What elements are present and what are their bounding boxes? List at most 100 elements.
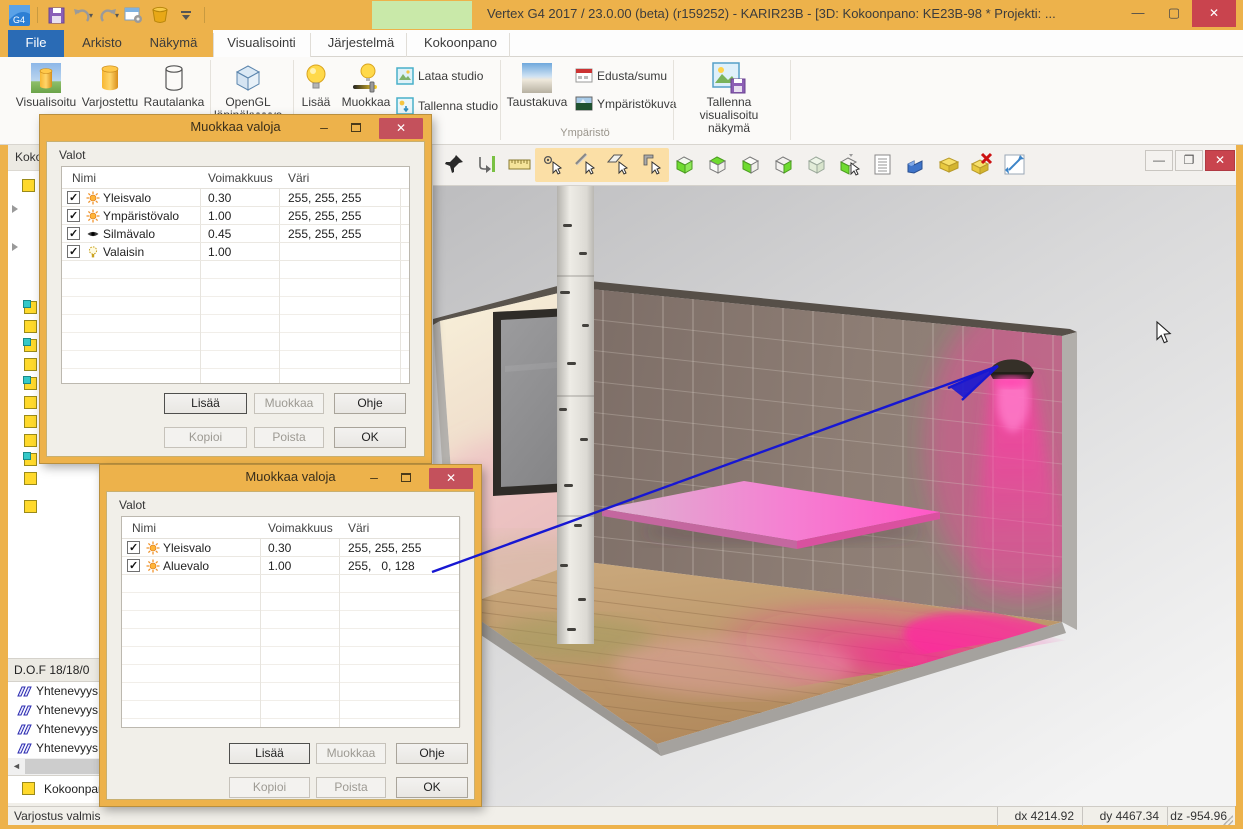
light-row[interactable]: Valaisin 1.00 [62, 243, 409, 261]
edit-light-button[interactable]: Muokkaa [340, 59, 392, 109]
snap-point-icon[interactable] [540, 152, 566, 178]
copy-button[interactable]: Kopioi [229, 777, 310, 798]
part-icon[interactable] [24, 396, 37, 409]
part-icon[interactable] [24, 339, 37, 352]
dialog-minimize-button[interactable]: – [313, 118, 335, 136]
edit-button[interactable]: Muokkaa [254, 393, 324, 414]
part-icon[interactable] [24, 453, 37, 466]
expand-icon[interactable] [12, 205, 18, 213]
edit-button[interactable]: Muokkaa [316, 743, 386, 764]
dialog-title-bar[interactable]: Muokkaa valoja – ✕ [100, 465, 481, 491]
3d-scene-canvas[interactable] [433, 186, 1236, 806]
viewport-close-button[interactable]: ✕ [1205, 150, 1235, 171]
pin-icon[interactable] [441, 152, 467, 178]
help-button[interactable]: Ohje [334, 393, 406, 414]
export-view-icon[interactable] [1002, 152, 1028, 178]
part-icon[interactable] [24, 472, 37, 485]
background-image-button[interactable]: Taustakuva [505, 59, 569, 109]
part-icon[interactable] [24, 434, 37, 447]
light-row[interactable]: Aluevalo 1.00 255, 0, 128 [122, 557, 459, 575]
light-enabled-checkbox[interactable] [67, 191, 80, 204]
help-button[interactable]: Ohje [396, 743, 468, 764]
component-tray-icon[interactable] [936, 152, 962, 178]
dialog-minimize-button[interactable]: – [363, 468, 385, 486]
add-light-button[interactable]: Lisää [293, 59, 339, 109]
ruler-icon[interactable] [507, 152, 533, 178]
light-enabled-checkbox[interactable] [67, 227, 80, 240]
lights-list[interactable]: Nimi Voimakkuus Väri Yleisvalo 0.30 255,… [121, 516, 460, 728]
cube-right-face-icon[interactable] [771, 152, 797, 178]
close-button[interactable]: ✕ [1192, 0, 1236, 27]
front-fog-button[interactable]: Edusta/sumu [575, 67, 667, 85]
select-face-icon[interactable] [837, 152, 863, 178]
undo-icon[interactable]: ▾ [71, 4, 93, 26]
cube-solid-icon[interactable] [804, 152, 830, 178]
part-icon[interactable] [903, 152, 929, 178]
light-enabled-checkbox[interactable] [67, 245, 80, 258]
cube-top-face-icon[interactable] [705, 152, 731, 178]
assembly-root-icon[interactable] [22, 179, 35, 192]
app-logo-icon[interactable]: G4 [8, 4, 30, 26]
tab-jarjestelma[interactable]: Järjestelmä [316, 30, 406, 57]
light-enabled-checkbox[interactable] [67, 209, 80, 222]
load-studio-button[interactable]: Lataa studio [396, 67, 483, 85]
scroll-left-icon[interactable]: ◄ [8, 758, 25, 775]
dialog-close-button[interactable]: ✕ [379, 118, 423, 139]
light-row[interactable]: Silmävalo 0.45 255, 255, 255 [62, 225, 409, 243]
customize-chevron-icon[interactable] [175, 4, 197, 26]
light-row[interactable]: Yleisvalo 0.30 255, 255, 255 [62, 189, 409, 207]
material-bucket-icon[interactable] [149, 4, 171, 26]
save-visualized-view-button[interactable]: Tallenna visualisoitu näkymä [678, 59, 780, 135]
dialog-title-bar[interactable]: Muokkaa valoja – ✕ [40, 115, 431, 141]
dialog-maximize-button[interactable] [345, 121, 367, 134]
light-row[interactable]: Yleisvalo 0.30 255, 255, 255 [122, 539, 459, 557]
resize-grip[interactable] [1223, 815, 1233, 825]
light-enabled-checkbox[interactable] [127, 559, 140, 572]
dialog-close-button[interactable]: ✕ [429, 468, 473, 489]
list-header[interactable]: Nimi Voimakkuus Väri [62, 167, 409, 189]
minimize-button[interactable]: — [1120, 0, 1156, 27]
add-button[interactable]: Lisää [229, 743, 310, 764]
copy-button[interactable]: Kopioi [164, 427, 247, 448]
cube-left-face-icon[interactable] [738, 152, 764, 178]
part-icon[interactable] [24, 301, 37, 314]
tab-visualisointi[interactable]: Visualisointi [213, 30, 310, 57]
lights-list[interactable]: Nimi Voimakkuus Väri Yleisvalo 0.30 255,… [61, 166, 410, 384]
snap-edge-icon[interactable] [573, 152, 599, 178]
viewport-restore-button[interactable]: ❐ [1175, 150, 1203, 171]
maximize-button[interactable]: ▢ [1156, 0, 1192, 27]
visualized-button[interactable]: Visualisoitu [15, 59, 77, 109]
list-header[interactable]: Nimi Voimakkuus Väri [122, 517, 459, 539]
delete-button[interactable]: Poista [316, 777, 386, 798]
part-icon[interactable] [24, 358, 37, 371]
save-studio-button[interactable]: Tallenna studio [396, 97, 498, 115]
ok-button[interactable]: OK [334, 427, 406, 448]
light-row[interactable]: Ympäristövalo 1.00 255, 255, 255 [62, 207, 409, 225]
add-button[interactable]: Lisää [164, 393, 247, 414]
part-icon[interactable] [24, 500, 37, 513]
part-icon[interactable] [24, 377, 37, 390]
redo-icon[interactable]: ▾ [97, 4, 119, 26]
tab-kokoonpano[interactable]: Kokoonpano [412, 30, 509, 57]
delete-component-icon[interactable] [969, 152, 995, 178]
viewport-minimize-button[interactable]: — [1145, 150, 1173, 171]
opengl-transparency-button[interactable]: OpenGL läpinäkyvyys [213, 59, 283, 122]
ok-button[interactable]: OK [396, 777, 468, 798]
save-icon[interactable] [45, 4, 67, 26]
part-icon[interactable] [24, 415, 37, 428]
tab-nakyma[interactable]: Näkymä [140, 30, 207, 57]
wireframe-button[interactable]: Rautalanka [143, 59, 205, 109]
settings-window-icon[interactable] [123, 4, 145, 26]
measure-update-icon[interactable] [474, 152, 500, 178]
tab-file[interactable]: File [8, 30, 64, 57]
environment-image-button[interactable]: Ympäristökuva [575, 95, 676, 113]
snap-corner-icon[interactable] [639, 152, 665, 178]
feature-list-icon[interactable] [870, 152, 896, 178]
dialog-maximize-button[interactable] [395, 471, 417, 484]
snap-face-icon[interactable] [606, 152, 632, 178]
expand-icon[interactable] [12, 243, 18, 251]
shaded-button[interactable]: Varjostettu [79, 59, 141, 109]
delete-button[interactable]: Poista [254, 427, 324, 448]
tab-arkisto[interactable]: Arkisto [70, 30, 134, 57]
light-enabled-checkbox[interactable] [127, 541, 140, 554]
